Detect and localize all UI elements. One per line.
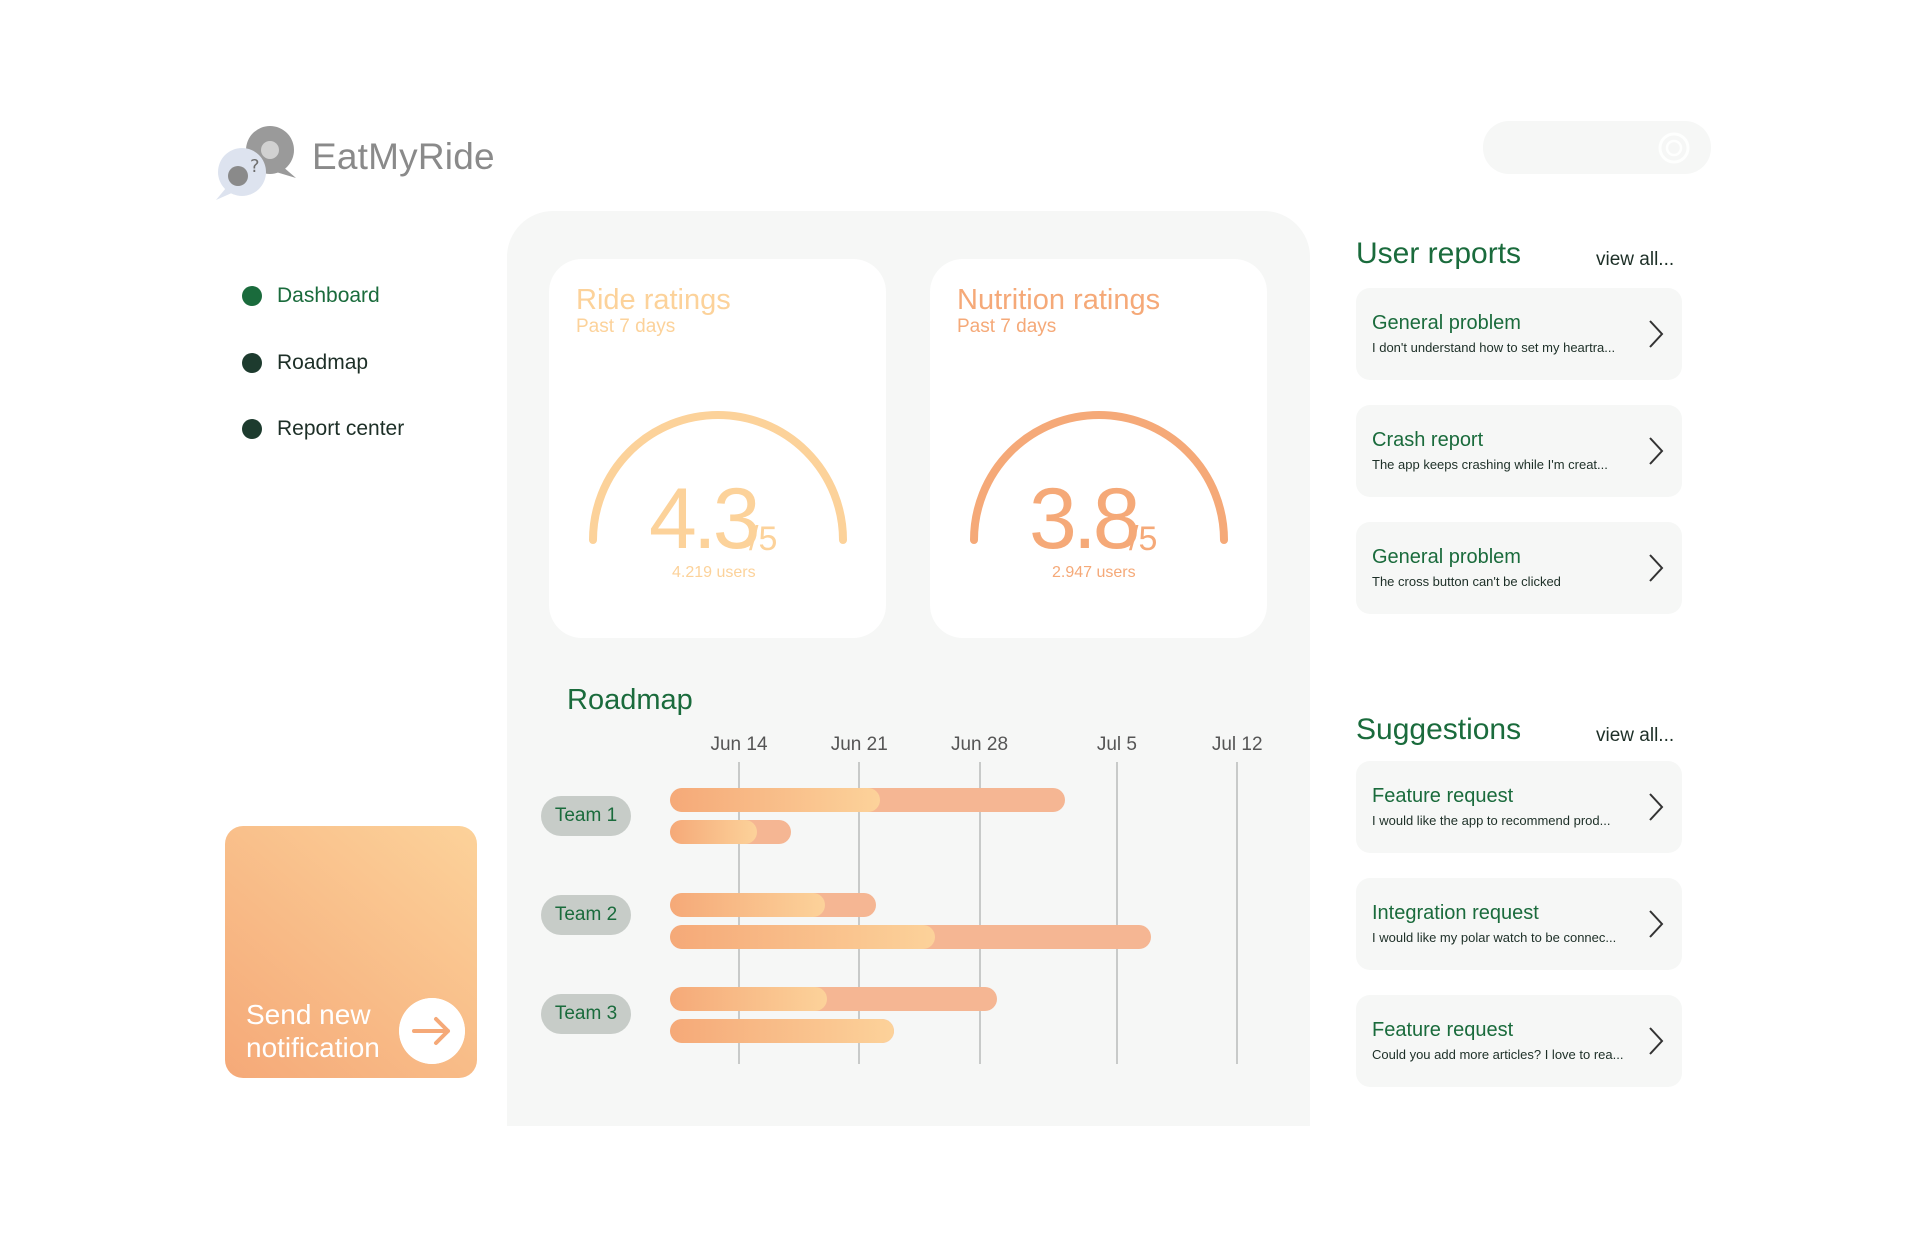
roadmap-bar[interactable] bbox=[670, 893, 877, 917]
dot-icon bbox=[242, 419, 262, 439]
roadmap-bar[interactable] bbox=[670, 925, 1152, 949]
bar-progress bbox=[670, 820, 757, 844]
logo-icon: ? bbox=[216, 126, 296, 200]
suggestion-card[interactable]: Feature request Could you add more artic… bbox=[1356, 995, 1682, 1087]
active-dot-icon bbox=[242, 286, 262, 306]
sidebar-item-label: Report center bbox=[277, 417, 405, 440]
sidebar-item-label: Dashboard bbox=[277, 284, 380, 307]
app-name: EatMyRide bbox=[312, 136, 495, 177]
timeline-date: Jun 28 bbox=[950, 734, 1009, 755]
team-2-label[interactable]: Team 2 bbox=[541, 895, 631, 935]
report-description: The cross button can't be clicked bbox=[1372, 574, 1561, 589]
send-notification-label: Send new notification bbox=[246, 999, 380, 1063]
team-1-label[interactable]: Team 1 bbox=[541, 796, 631, 836]
user-report-card[interactable]: General problem I don't understand how t… bbox=[1356, 288, 1682, 380]
suggestion-title: Integration request bbox=[1372, 902, 1539, 924]
svg-text:?: ? bbox=[250, 156, 260, 177]
suggestion-description: I would like the app to recommend prod..… bbox=[1372, 813, 1611, 828]
search-icon[interactable] bbox=[1656, 130, 1692, 166]
chevron-right-icon[interactable] bbox=[1648, 1026, 1664, 1056]
suggestion-card[interactable]: Integration request I would like my pola… bbox=[1356, 878, 1682, 970]
report-title: General problem bbox=[1372, 546, 1521, 568]
nutrition-rating-denominator: /5 bbox=[1129, 520, 1158, 558]
timeline-date: Jul 5 bbox=[1096, 734, 1137, 755]
timeline-gridline bbox=[1236, 762, 1239, 1064]
roadmap-bar[interactable] bbox=[670, 788, 1066, 812]
suggestions-title: Suggestions bbox=[1356, 713, 1522, 746]
report-title: Crash report bbox=[1372, 429, 1484, 451]
suggestion-title: Feature request bbox=[1372, 785, 1514, 807]
suggestion-description: I would like my polar watch to be connec… bbox=[1372, 930, 1617, 945]
timeline-date: Jul 12 bbox=[1211, 734, 1263, 755]
bar-progress bbox=[670, 893, 825, 917]
report-description: I don't understand how to set my heartra… bbox=[1372, 340, 1616, 355]
dot-icon bbox=[242, 353, 262, 373]
roadmap-bar[interactable] bbox=[670, 987, 997, 1011]
suggestion-description: Could you add more articles? I love to r… bbox=[1372, 1047, 1624, 1062]
sidebar-item-report-center[interactable]: Report center bbox=[242, 417, 404, 441]
ride-ratings-subtitle: Past 7 days bbox=[576, 316, 676, 337]
chevron-right-icon[interactable] bbox=[1648, 436, 1664, 466]
chevron-right-icon[interactable] bbox=[1648, 909, 1664, 939]
arrow-right-icon[interactable] bbox=[399, 998, 465, 1064]
nutrition-ratings-subtitle: Past 7 days bbox=[957, 316, 1057, 337]
user-report-card[interactable]: Crash report The app keeps crashing whil… bbox=[1356, 405, 1682, 497]
suggestion-title: Feature request bbox=[1372, 1019, 1514, 1041]
bar-progress bbox=[670, 925, 935, 949]
user-reports-view-all-link[interactable]: view all... bbox=[1596, 249, 1674, 271]
suggestion-card[interactable]: Feature request I would like the app to … bbox=[1356, 761, 1682, 853]
bar-progress bbox=[670, 987, 827, 1011]
user-report-card[interactable]: General problem The cross button can't b… bbox=[1356, 522, 1682, 614]
ride-rating-denominator: /5 bbox=[749, 520, 778, 558]
ride-rating-value: 4.3 bbox=[649, 471, 761, 567]
chevron-right-icon[interactable] bbox=[1648, 792, 1664, 822]
report-description: The app keeps crashing while I'm creat..… bbox=[1372, 457, 1608, 472]
sidebar-item-dashboard[interactable]: Dashboard bbox=[242, 284, 380, 308]
bar-progress bbox=[670, 788, 880, 812]
report-title: General problem bbox=[1372, 312, 1521, 334]
chevron-right-icon[interactable] bbox=[1648, 553, 1664, 583]
nutrition-ratings-title: Nutrition ratings bbox=[957, 284, 1161, 316]
timeline-gridline bbox=[1115, 762, 1118, 1064]
nutrition-rating-value: 3.8 bbox=[1029, 471, 1141, 567]
suggestions-view-all-link[interactable]: view all... bbox=[1596, 725, 1674, 747]
roadmap-bar[interactable] bbox=[670, 820, 791, 844]
timeline-date: Jun 14 bbox=[710, 734, 768, 755]
team-3-label[interactable]: Team 3 bbox=[541, 994, 631, 1034]
sidebar-item-roadmap[interactable]: Roadmap bbox=[242, 351, 368, 375]
bar-progress bbox=[670, 1019, 894, 1043]
user-reports-title: User reports bbox=[1356, 237, 1522, 270]
roadmap-title: Roadmap bbox=[567, 684, 693, 716]
nutrition-rating-users: 2.947 users bbox=[1052, 564, 1136, 581]
ride-ratings-title: Ride ratings bbox=[576, 284, 731, 316]
sidebar-item-label: Roadmap bbox=[277, 351, 369, 374]
chevron-right-icon[interactable] bbox=[1648, 319, 1664, 349]
roadmap-bar[interactable] bbox=[670, 1019, 894, 1043]
ride-rating-users: 4.219 users bbox=[672, 564, 756, 581]
timeline-date: Jun 21 bbox=[830, 734, 888, 755]
